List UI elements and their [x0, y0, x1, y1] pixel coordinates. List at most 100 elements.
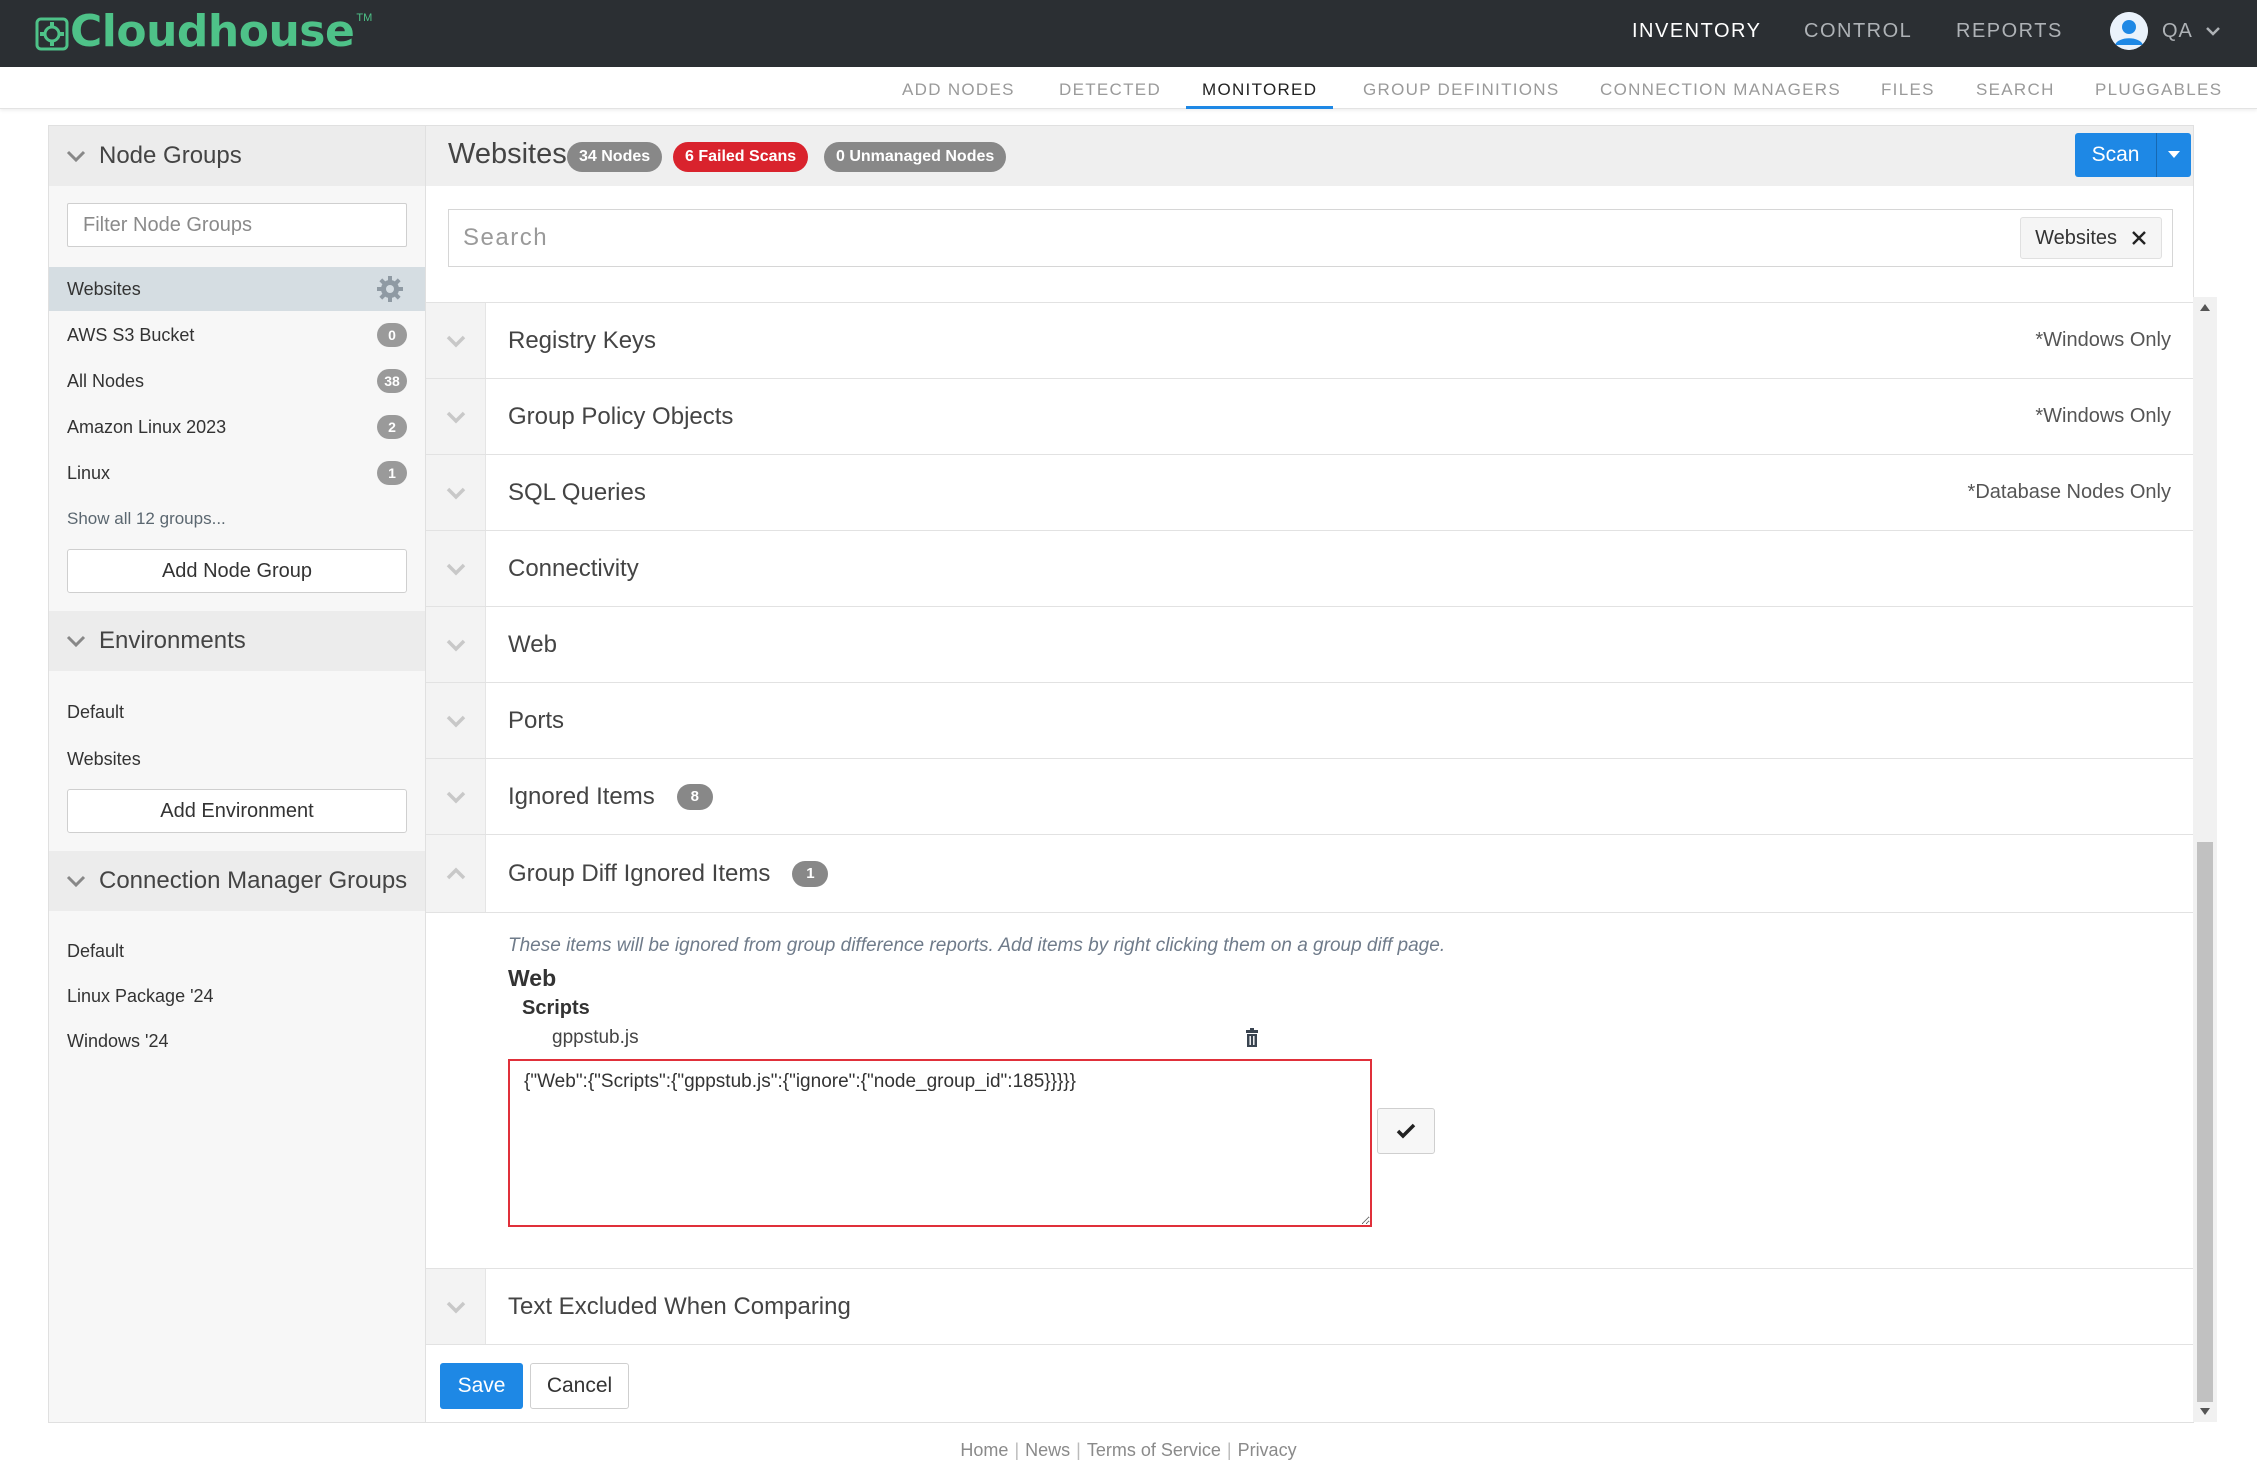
connection-manager-groups-header[interactable]: Connection Manager Groups	[49, 851, 425, 911]
connection-manager-groups-title: Connection Manager Groups	[99, 867, 408, 894]
subnav-detected[interactable]: DETECTED	[1059, 67, 1161, 109]
footer-separator: |	[1226, 1440, 1232, 1460]
gear-icon[interactable]	[375, 274, 405, 304]
add-environment-button[interactable]: Add Environment	[67, 789, 407, 833]
accordion-row-sql-queries[interactable]: SQL Queries *Database Nodes Only	[426, 454, 2193, 530]
expand-toggle[interactable]	[426, 455, 486, 530]
subnav-pluggables[interactable]: PLUGGABLES	[2095, 67, 2222, 109]
accordion-row-ignored-items[interactable]: Ignored Items 8	[426, 758, 2193, 834]
subnav-files[interactable]: FILES	[1881, 67, 1935, 109]
nav-inventory[interactable]: INVENTORY	[1632, 0, 1761, 62]
chevron-down-icon	[446, 639, 465, 651]
user-menu[interactable]: QA	[2110, 12, 2221, 50]
cm-group-item-default[interactable]: Default	[67, 941, 124, 962]
logo-text: Cloudhouse	[70, 6, 355, 57]
node-count-badge: 0	[377, 323, 407, 347]
failed-scans-badge[interactable]: 6 Failed Scans	[673, 142, 809, 172]
environments-header[interactable]: Environments	[49, 611, 425, 671]
nodes-count-badge[interactable]: 34 Nodes	[567, 142, 663, 172]
filter-node-groups-input[interactable]	[67, 203, 407, 247]
footer: Home | News | Terms of Service | Privacy	[0, 1440, 2257, 1461]
node-group-item-linux[interactable]: Linux 1	[49, 451, 425, 495]
subnav-connection-managers[interactable]: CONNECTION MANAGERS	[1600, 67, 1841, 109]
scroll-up-arrow-icon[interactable]	[2197, 299, 2213, 315]
nav-control[interactable]: CONTROL	[1804, 0, 1912, 62]
search-bar: Websites	[448, 209, 2173, 267]
close-icon[interactable]	[2131, 230, 2147, 246]
user-name: QA	[2162, 19, 2193, 42]
accordion-title: Ignored Items 8	[508, 759, 713, 834]
node-group-item-all-nodes[interactable]: All Nodes 38	[49, 359, 425, 403]
node-group-item-websites[interactable]: Websites	[49, 267, 425, 311]
scan-dropdown-toggle[interactable]	[2157, 133, 2191, 177]
scrollbar[interactable]	[2193, 297, 2217, 1422]
footer-link-news[interactable]: News	[1025, 1440, 1070, 1460]
expand-toggle[interactable]	[426, 607, 486, 682]
scrollbar-thumb[interactable]	[2197, 842, 2213, 1402]
expand-toggle[interactable]	[426, 531, 486, 606]
cm-group-item-windows[interactable]: Windows '24	[67, 1031, 168, 1052]
environments-title: Environments	[99, 627, 246, 654]
environment-item-websites[interactable]: Websites	[67, 749, 141, 770]
add-node-group-button[interactable]: Add Node Group	[67, 549, 407, 593]
unmanaged-nodes-badge[interactable]: 0 Unmanaged Nodes	[824, 142, 1007, 172]
accordion-row-connectivity[interactable]: Connectivity	[426, 530, 2193, 606]
accordion-row-group-diff-ignored-items[interactable]: Group Diff Ignored Items 1	[426, 834, 2193, 912]
footer-link-privacy[interactable]: Privacy	[1238, 1440, 1297, 1460]
group-diff-ignored-items-content: These items will be ignored from group d…	[426, 912, 2193, 1268]
accordion-row-group-policy-objects[interactable]: Group Policy Objects *Windows Only	[426, 378, 2193, 454]
page-title: Websites	[448, 138, 567, 170]
ignored-items-description: These items will be ignored from group d…	[508, 935, 1446, 956]
chevron-down-icon	[446, 487, 465, 499]
save-button[interactable]: Save	[440, 1363, 523, 1409]
accordion-row-text-excluded[interactable]: Text Excluded When Comparing	[426, 1268, 2193, 1344]
node-group-label: Websites	[67, 278, 141, 299]
scan-button[interactable]: Scan	[2075, 133, 2191, 177]
chevron-down-icon	[446, 791, 465, 803]
footer-link-home[interactable]: Home	[960, 1440, 1008, 1460]
expand-toggle[interactable]	[426, 683, 486, 758]
expand-toggle[interactable]	[426, 759, 486, 834]
chevron-down-icon	[446, 411, 465, 423]
apply-json-button[interactable]	[1377, 1108, 1435, 1154]
scan-button-label[interactable]: Scan	[2075, 133, 2157, 177]
chevron-down-icon	[446, 1301, 465, 1313]
accordion-title-text: Group Diff Ignored Items	[508, 859, 771, 887]
cancel-button[interactable]: Cancel	[530, 1363, 629, 1409]
logo-gear-icon	[35, 17, 69, 51]
subnav-search[interactable]: SEARCH	[1976, 67, 2055, 109]
subnav-monitored[interactable]: MONITORED	[1185, 67, 1334, 109]
expand-toggle[interactable]	[426, 303, 486, 378]
node-count-badge: 1	[377, 461, 407, 485]
ignored-items-json-editor[interactable]: {"Web":{"Scripts":{"gppstub.js":{"ignore…	[508, 1059, 1372, 1227]
ignored-subcategory-heading: Scripts	[522, 997, 590, 1019]
search-filter-tag: Websites	[2020, 217, 2162, 259]
footer-link-terms[interactable]: Terms of Service	[1087, 1440, 1221, 1460]
trash-icon[interactable]	[1242, 1028, 1262, 1048]
cloudhouse-logo[interactable]: Cloudhouse TM	[34, 10, 372, 54]
footer-separator: |	[1014, 1440, 1020, 1460]
collapse-toggle[interactable]	[426, 835, 486, 912]
node-groups-title: Node Groups	[99, 142, 242, 169]
accordion-row-registry-keys[interactable]: Registry Keys *Windows Only	[426, 302, 2193, 378]
accordion-row-web[interactable]: Web	[426, 606, 2193, 682]
accordion-row-ports[interactable]: Ports	[426, 682, 2193, 758]
scroll-down-arrow-icon[interactable]	[2197, 1404, 2213, 1420]
expand-toggle[interactable]	[426, 1269, 486, 1344]
accordion-title: SQL Queries	[508, 478, 646, 506]
accordion-title: Group Policy Objects	[508, 402, 734, 430]
subnav-add-nodes[interactable]: ADD NODES	[902, 67, 1015, 109]
nav-reports[interactable]: REPORTS	[1956, 0, 2063, 62]
node-group-label: Amazon Linux 2023	[67, 416, 227, 437]
cm-group-item-linux-package[interactable]: Linux Package '24	[67, 986, 214, 1007]
chevron-down-icon	[2206, 27, 2220, 36]
environment-item-default[interactable]: Default	[67, 702, 124, 723]
node-group-item-aws-s3-bucket[interactable]: AWS S3 Bucket 0	[49, 313, 425, 357]
subnav-group-definitions[interactable]: GROUP DEFINITIONS	[1363, 67, 1560, 109]
show-all-groups-link[interactable]: Show all 12 groups...	[67, 509, 226, 529]
user-avatar-icon	[2110, 12, 2148, 50]
expand-toggle[interactable]	[426, 379, 486, 454]
node-group-item-amazon-linux-2023[interactable]: Amazon Linux 2023 2	[49, 405, 425, 449]
search-input[interactable]	[449, 210, 1549, 266]
node-groups-header[interactable]: Node Groups	[49, 126, 425, 186]
